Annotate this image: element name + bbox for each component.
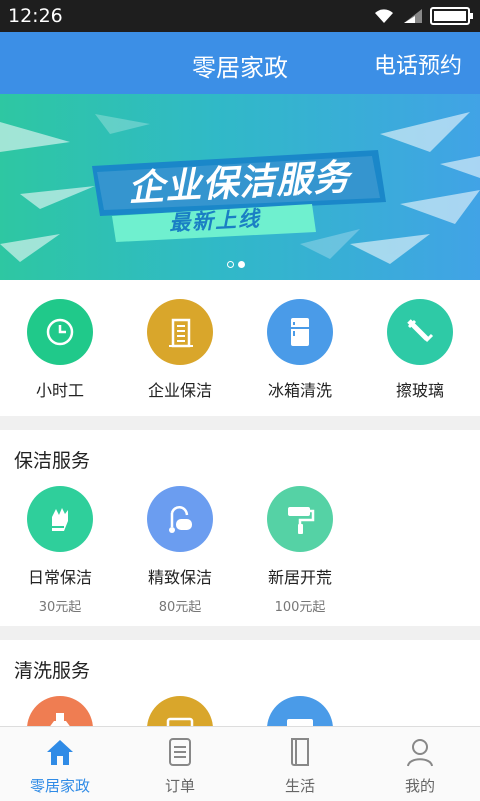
microwave-icon [147, 696, 213, 730]
service-daily-cleaning[interactable]: 日常保洁 30元起 [0, 486, 120, 615]
section-title: 保洁服务 [14, 450, 91, 472]
status-icons [372, 6, 474, 26]
tab-mine[interactable]: 我的 [360, 727, 480, 801]
bottom-tab-bar: 零居家政 订单 生活 我的 [0, 726, 480, 801]
phone-booking-button[interactable]: 电话预约 [374, 48, 462, 80]
tab-label: 生活 [284, 777, 315, 795]
clock-icon [27, 299, 93, 365]
service-new-home-cleaning[interactable]: 新居开荒 100元起 [240, 486, 360, 615]
signal-icon [404, 9, 422, 23]
status-time: 12:26 [8, 5, 63, 27]
quick-services: 小时工 企业保洁 冰箱清洗 擦玻璃 [0, 280, 480, 416]
service-enterprise-cleaning[interactable]: 企业保洁 [120, 299, 240, 401]
indicator-dot [227, 261, 234, 268]
air-conditioner-icon [267, 696, 333, 730]
promo-banner[interactable]: 企业保洁服务 最新上线 [0, 94, 480, 280]
home-icon [47, 740, 73, 765]
section-title: 清洗服务 [14, 660, 91, 682]
service-label: 日常保洁 [27, 568, 92, 587]
order-list-icon [169, 738, 191, 766]
service-label: 企业保洁 [147, 381, 212, 400]
service-hourly-worker[interactable]: 小时工 [0, 299, 120, 401]
tab-label: 我的 [404, 777, 435, 795]
service-price: 80元起 [158, 600, 202, 615]
range-hood-icon [27, 696, 93, 730]
banner-page-indicator [227, 261, 245, 268]
tab-home[interactable]: 零居家政 [0, 727, 120, 801]
tab-label: 零居家政 [29, 777, 90, 795]
service-price: 100元起 [274, 600, 326, 615]
tab-label: 订单 [164, 777, 195, 795]
service-fine-cleaning[interactable]: 精致保洁 80元起 [120, 486, 240, 615]
app-header: 零居家政 电话预约 [0, 32, 480, 94]
gloves-icon [27, 486, 93, 552]
user-icon [407, 739, 433, 767]
status-bar: 12:26 [0, 0, 480, 32]
service-label: 新居开荒 [267, 568, 332, 587]
service-fridge-cleaning[interactable]: 冰箱清洗 [240, 299, 360, 401]
service-label: 小时工 [35, 381, 84, 400]
wifi-icon [375, 9, 393, 23]
washing-services-section: 清洗服务 [0, 640, 480, 730]
tab-life[interactable]: 生活 [240, 727, 360, 801]
book-icon [291, 738, 309, 766]
tab-orders[interactable]: 订单 [120, 727, 240, 801]
battery-icon [430, 7, 473, 25]
cleaning-services-section: 保洁服务 日常保洁 30元起 精致保洁 80元起 新居开荒 100元起 [0, 430, 480, 626]
service-price: 30元起 [38, 600, 82, 615]
service-label: 冰箱清洗 [267, 381, 332, 400]
building-icon [147, 299, 213, 365]
service-range-hood-washing[interactable] [0, 696, 120, 730]
squeegee-icon [387, 299, 453, 365]
service-window-cleaning[interactable]: 擦玻璃 [360, 299, 480, 401]
vacuum-icon [147, 486, 213, 552]
service-microwave-washing[interactable] [120, 696, 240, 730]
service-air-conditioner-washing[interactable] [240, 696, 360, 730]
paint-roller-icon [267, 486, 333, 552]
indicator-dot-active [238, 261, 245, 268]
fridge-icon [267, 299, 333, 365]
service-label: 擦玻璃 [395, 381, 444, 400]
service-label: 精致保洁 [147, 568, 212, 587]
